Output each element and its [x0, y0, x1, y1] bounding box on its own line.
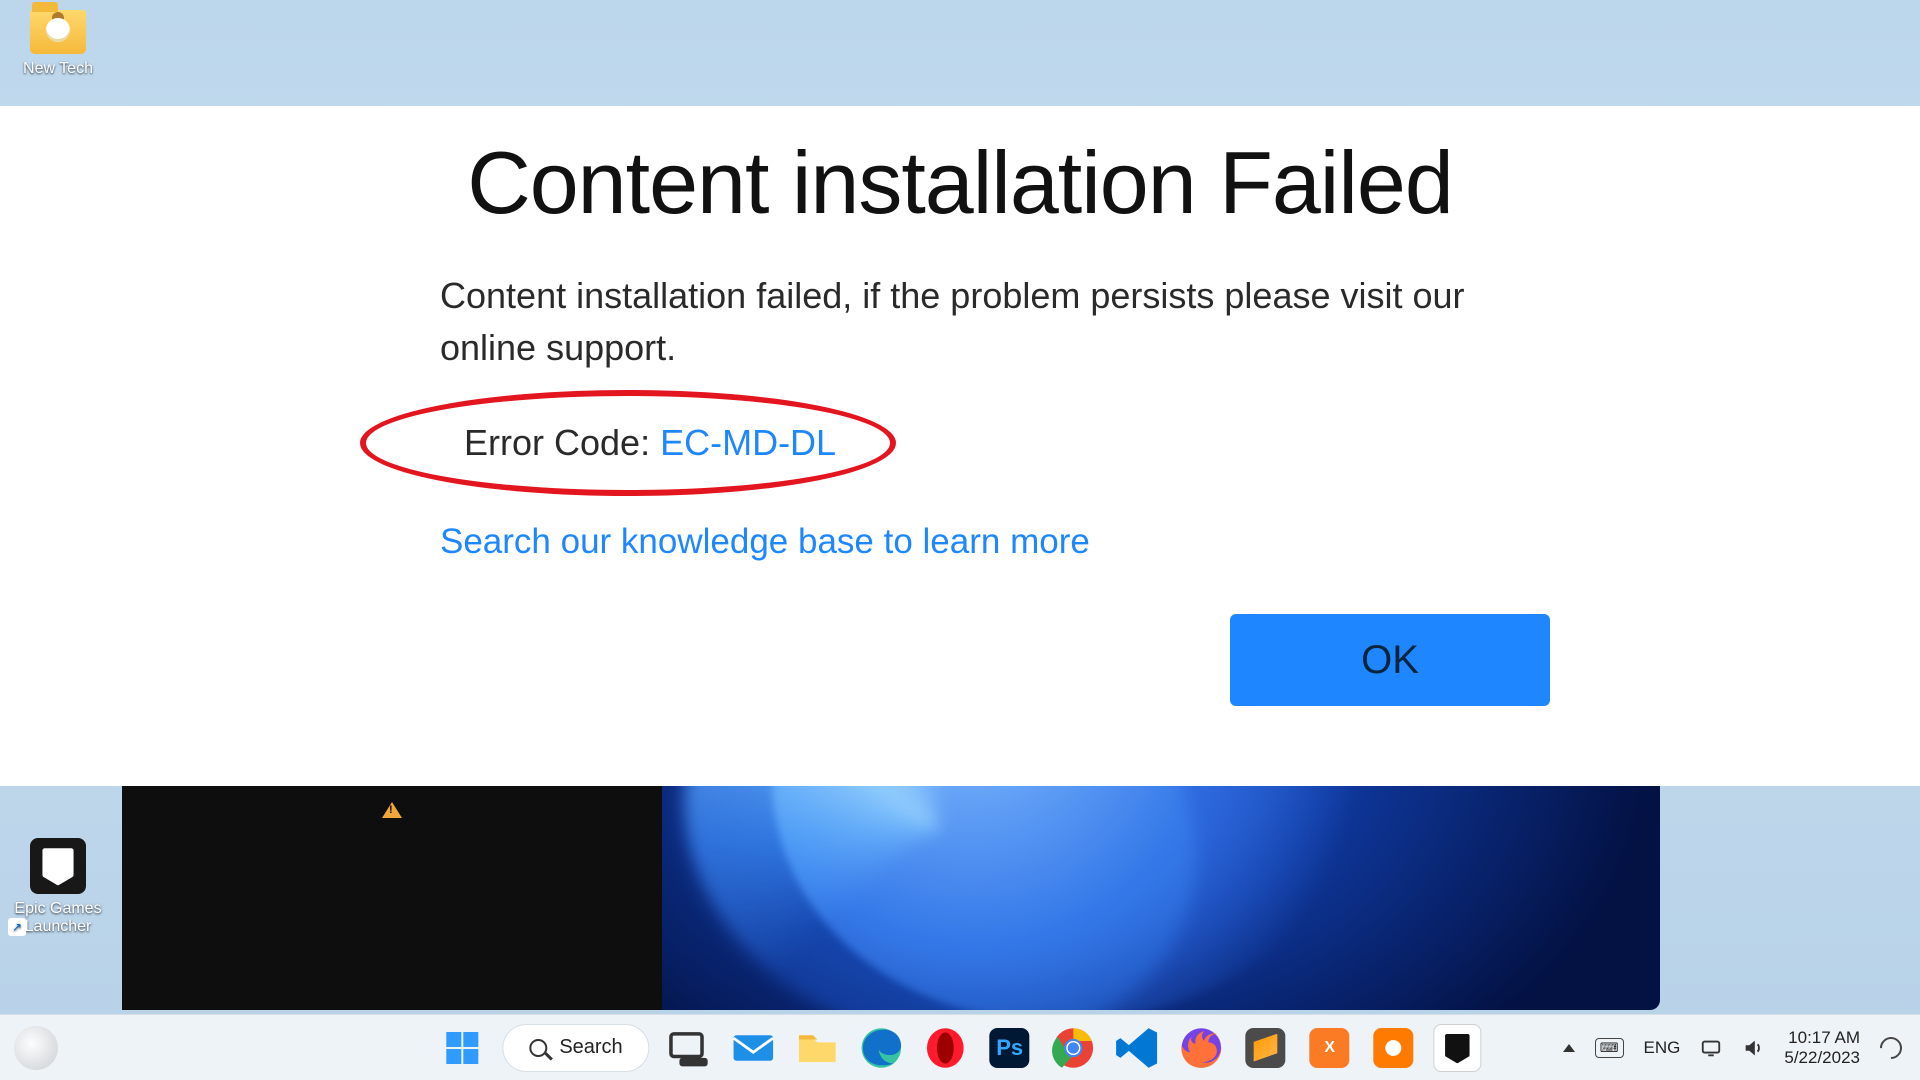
opera-icon: [922, 1024, 970, 1072]
knowledge-base-link[interactable]: Search our knowledge base to learn more: [440, 522, 1480, 562]
start-button[interactable]: [438, 1024, 486, 1072]
taskbar-app-photoshop[interactable]: Ps: [986, 1024, 1034, 1072]
taskbar-search-label: Search: [559, 1036, 622, 1059]
windows-logo-icon: [445, 1031, 479, 1065]
taskbar-app-mail[interactable]: [730, 1024, 778, 1072]
taskbar-app-firefox[interactable]: [1178, 1024, 1226, 1072]
taskbar: Search Ps: [0, 1014, 1920, 1080]
warning-icon: [382, 802, 402, 818]
error-code-line: Error Code: EC-MD-DL: [440, 418, 860, 468]
desktop-icon-epic-launcher[interactable]: ↗ Epic Games Launcher: [8, 838, 108, 936]
desktop-background: New Tech EpicInstalle… ↗ Epic Games Laun…: [0, 0, 1920, 1080]
desktop-icon-label: New Tech: [8, 60, 108, 78]
recorder-icon: [1374, 1028, 1414, 1068]
epic-games-icon: [1444, 1032, 1472, 1064]
vscode-icon: [1114, 1024, 1162, 1072]
system-tray: ⌨ ENG 10:17 AM 5/22/2023: [1563, 1028, 1902, 1067]
shortcut-overlay-icon: ↗: [8, 918, 26, 936]
desktop-icon-new-tech[interactable]: New Tech: [8, 10, 108, 78]
xampp-icon: X: [1310, 1028, 1350, 1068]
dialog-title: Content installation Failed: [440, 132, 1480, 234]
photoshop-icon: Ps: [990, 1028, 1030, 1068]
taskbar-app-explorer[interactable]: [794, 1024, 842, 1072]
network-icon[interactable]: [1700, 1037, 1722, 1059]
folder-icon: [30, 10, 86, 54]
sublime-icon: [1246, 1028, 1286, 1068]
taskbar-weather-widget[interactable]: [14, 1026, 58, 1070]
taskbar-time: 10:17 AM: [1784, 1028, 1860, 1048]
taskbar-app-recorder[interactable]: [1370, 1024, 1418, 1072]
taskbar-app-sublime[interactable]: [1242, 1024, 1290, 1072]
taskbar-app-chrome[interactable]: [1050, 1024, 1098, 1072]
edge-icon: [858, 1024, 906, 1072]
epic-games-icon: ↗: [30, 838, 86, 894]
taskbar-clock[interactable]: 10:17 AM 5/22/2023: [1784, 1028, 1860, 1067]
ok-button[interactable]: OK: [1230, 614, 1550, 706]
taskbar-date: 5/22/2023: [1784, 1048, 1860, 1068]
taskbar-search[interactable]: Search: [502, 1024, 649, 1072]
file-explorer-icon: [794, 1024, 842, 1072]
mail-icon: [730, 1024, 778, 1072]
error-code-label: Error Code:: [464, 422, 660, 463]
accessibility-icon[interactable]: [1875, 1032, 1906, 1063]
keyboard-indicator-icon[interactable]: ⌨: [1595, 1038, 1624, 1058]
taskbar-center: Search Ps: [438, 1024, 1481, 1072]
taskbar-app-edge[interactable]: [858, 1024, 906, 1072]
error-code-value[interactable]: EC-MD-DL: [660, 422, 836, 463]
taskbar-app-opera[interactable]: [922, 1024, 970, 1072]
taskbar-app-xampp[interactable]: X: [1306, 1024, 1354, 1072]
tray-overflow-button[interactable]: [1563, 1044, 1575, 1052]
chrome-icon: [1050, 1024, 1098, 1072]
task-view-icon: [666, 1024, 714, 1072]
task-view-button[interactable]: [666, 1024, 714, 1072]
taskbar-app-epic-games[interactable]: [1434, 1024, 1482, 1072]
language-indicator[interactable]: ENG: [1644, 1038, 1681, 1058]
search-icon: [529, 1039, 547, 1057]
taskbar-app-vscode[interactable]: [1114, 1024, 1162, 1072]
dialog-body-text: Content installation failed, if the prob…: [440, 270, 1480, 374]
error-dialog: Content installation Failed Content inst…: [0, 106, 1920, 786]
firefox-icon: [1178, 1024, 1226, 1072]
volume-icon[interactable]: [1742, 1037, 1764, 1059]
